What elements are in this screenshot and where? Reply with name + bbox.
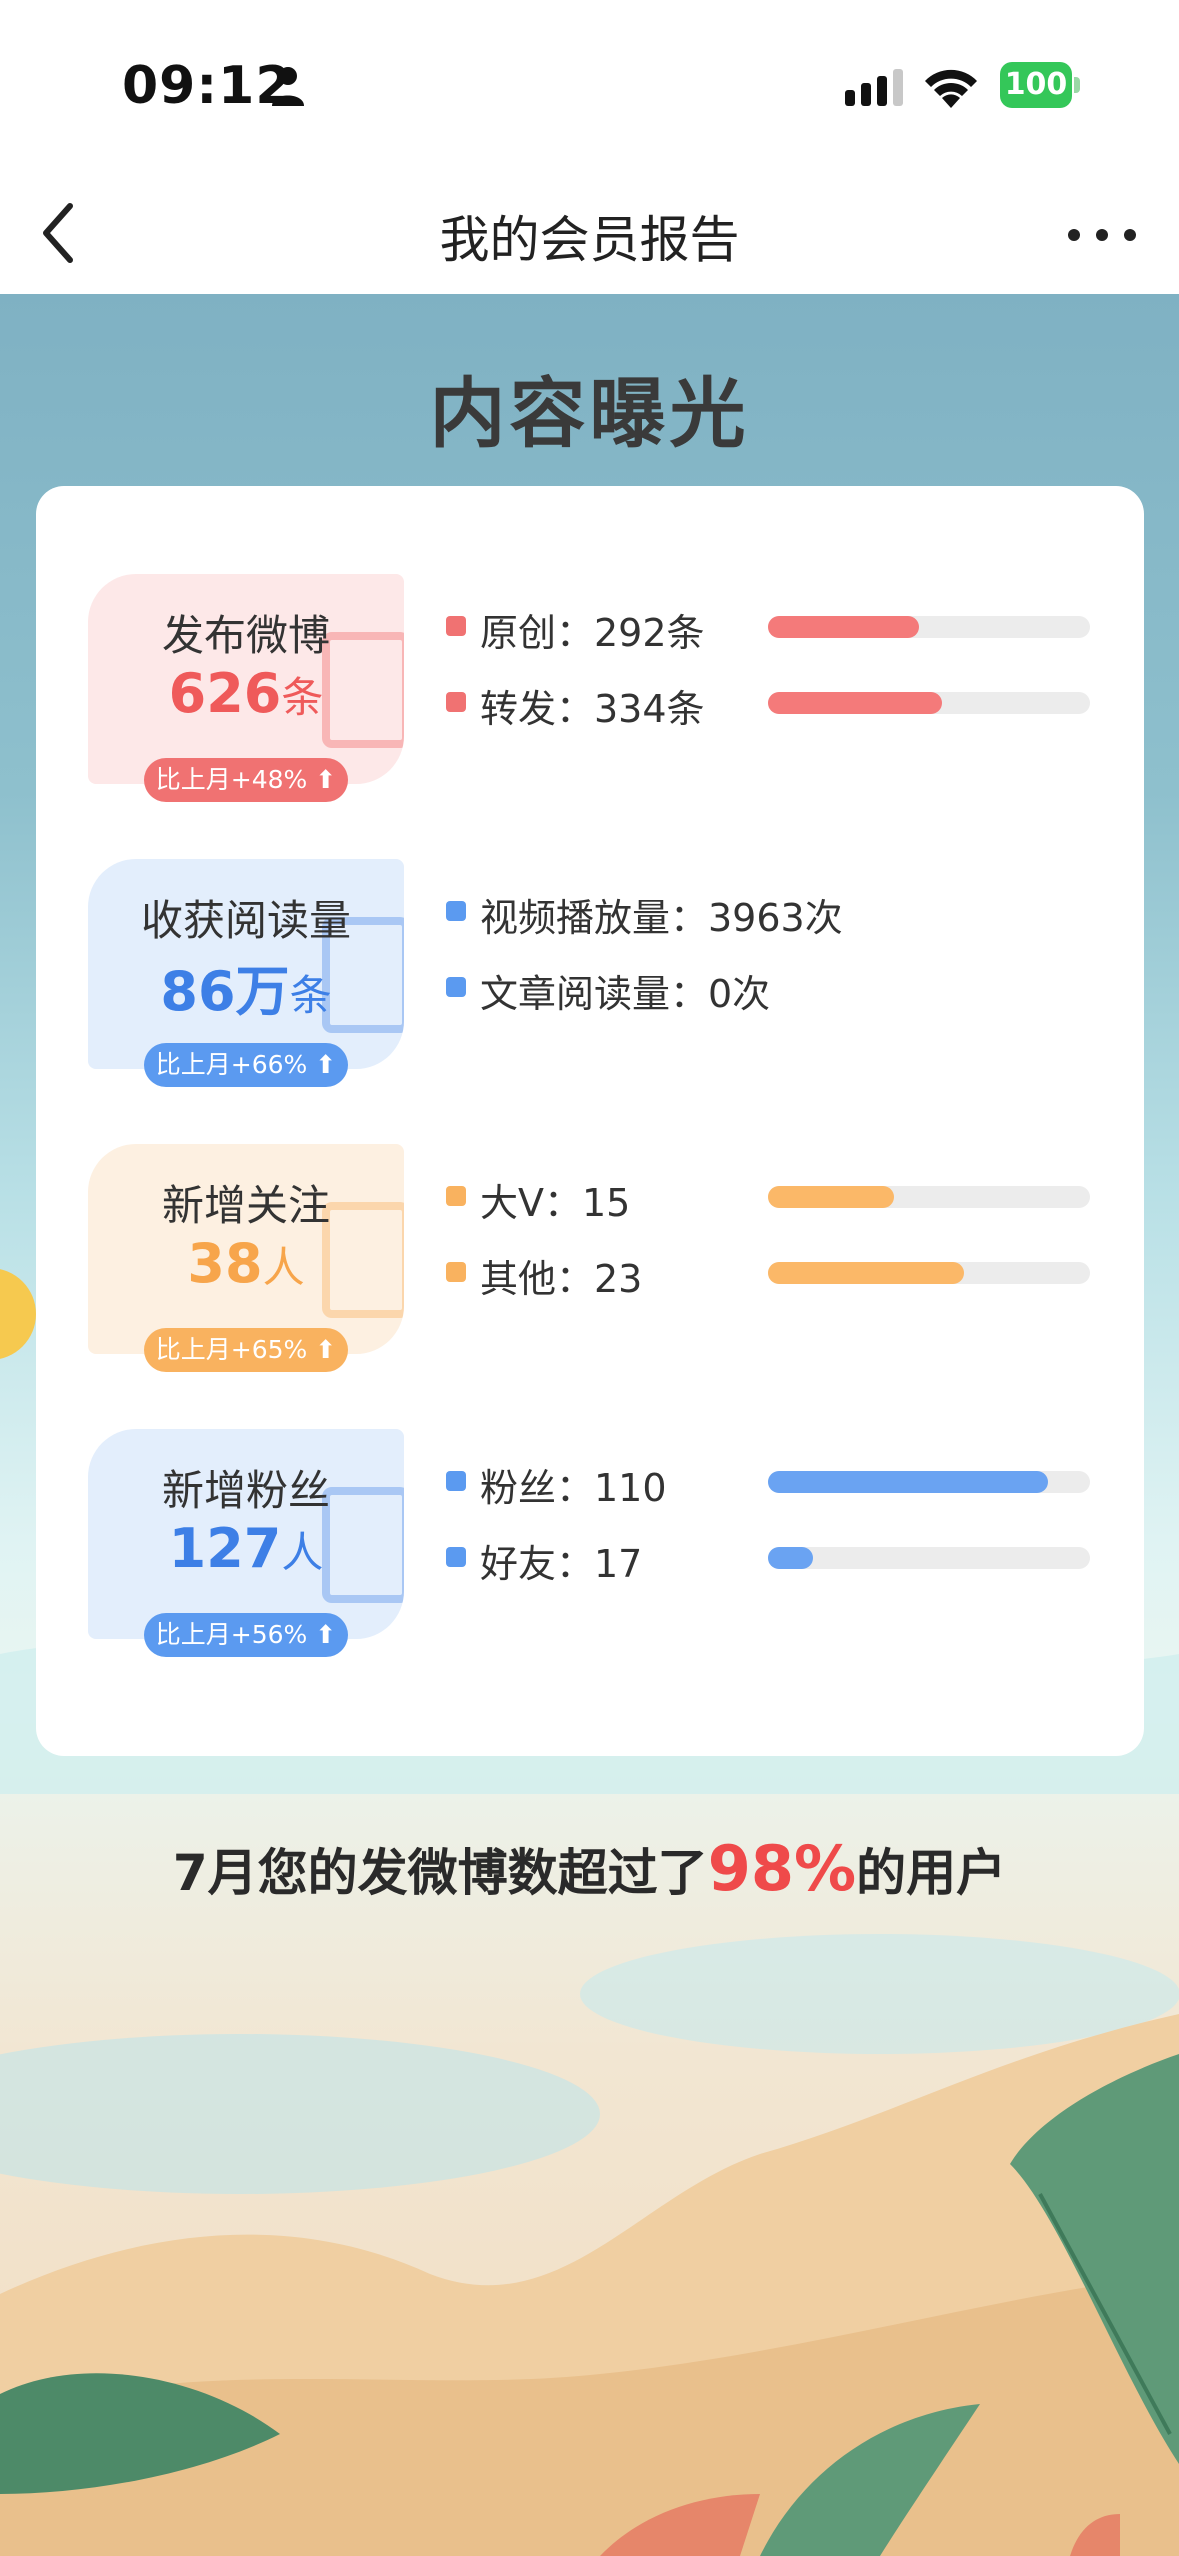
legend-square-icon xyxy=(446,1547,466,1567)
stat-value-line: 127人 xyxy=(88,1517,404,1580)
stat-unit: 人 xyxy=(262,1243,305,1292)
stat-value: 127 xyxy=(168,1517,282,1580)
progress-track xyxy=(768,1471,1090,1493)
legend-square-icon xyxy=(446,1262,466,1282)
stat-label: 发布微博 xyxy=(161,611,330,660)
progress-fill xyxy=(768,692,942,714)
stat-row: 新增关注 38人 比上月+65% ⬆ 大V：15 其他：23 xyxy=(36,1144,1144,1404)
progress-track xyxy=(768,1262,1090,1284)
breakdown-item: 视频播放量：3963次 xyxy=(446,881,1126,941)
highlight-text: 7月您的发微博数超过了98%的用户 xyxy=(0,1832,1179,1905)
section-title: 内容曝光 xyxy=(429,369,750,458)
breakdown-text: 粉丝：110 xyxy=(480,1466,667,1510)
stat-row: 新增粉丝 127人 比上月+56% ⬆ 粉丝：110 好友：17 xyxy=(36,1429,1144,1689)
breakdown-text: 其他：23 xyxy=(480,1257,643,1301)
breakdown-text: 原创：292条 xyxy=(480,611,705,655)
nav-bar: 我的会员报告 xyxy=(0,170,1179,294)
stats-card: 发布微博 626条 比上月+48% ⬆ 原创：292条 转发：334条 收获阅读量 86万条… xyxy=(36,486,1144,1756)
stat-value: 86万 xyxy=(160,960,290,1023)
stat-value-line: 626条 xyxy=(88,662,404,725)
legend-square-icon xyxy=(446,1186,466,1206)
month-change-badge: 比上月+66% ⬆ xyxy=(144,1043,348,1087)
stat-row: 收获阅读量 86万条 比上月+66% ⬆ 视频播放量：3963次 文章阅读量：0次 xyxy=(36,859,1144,1119)
more-options-icon[interactable] xyxy=(1064,220,1144,250)
breakdown-item: 其他：23 xyxy=(446,1242,1126,1302)
stat-value-line: 38人 xyxy=(88,1232,404,1295)
page-title: 我的会员报告 xyxy=(439,211,740,269)
breakdown-item: 原创：292条 xyxy=(446,596,1126,656)
progress-fill xyxy=(768,1547,814,1569)
stat-summary-pill: 发布微博 626条 xyxy=(88,574,404,784)
breakdown-item: 粉丝：110 xyxy=(446,1451,1126,1511)
person-icon xyxy=(272,67,304,106)
stat-summary-pill: 收获阅读量 86万条 xyxy=(88,859,404,1069)
progress-track xyxy=(768,692,1090,714)
breakdown-text: 转发：334条 xyxy=(480,687,705,731)
legend-square-icon xyxy=(446,616,466,636)
stat-unit: 人 xyxy=(281,1528,324,1577)
report-scene: 内容曝光 发布微博 626条 比上月+48% ⬆ 原创：292条 转发：334条 收获阅读… xyxy=(0,294,1179,2556)
progress-track xyxy=(768,616,1090,638)
highlight-prefix: 7月您的发微博数超过了 xyxy=(172,1844,708,1902)
breakdown-item: 文章阅读量：0次 xyxy=(446,957,1126,1017)
wifi-icon xyxy=(925,69,977,108)
progress-fill xyxy=(768,1186,894,1208)
legend-square-icon xyxy=(446,977,466,997)
highlight-percent: 98% xyxy=(707,1832,857,1905)
stat-row: 发布微博 626条 比上月+48% ⬆ 原创：292条 转发：334条 xyxy=(36,574,1144,834)
progress-track xyxy=(768,1547,1090,1569)
battery-icon: 100 xyxy=(1000,62,1080,108)
breakdown-item: 大V：15 xyxy=(446,1166,1126,1226)
breakdown-text: 视频播放量：3963次 xyxy=(480,896,843,940)
breakdown-item: 好友：17 xyxy=(446,1527,1126,1587)
stat-label: 新增关注 xyxy=(161,1181,330,1230)
highlight-suffix: 的用户 xyxy=(856,1844,1007,1902)
legend-square-icon xyxy=(446,692,466,712)
status-bar: 09:12 100 xyxy=(0,0,1179,170)
breakdown-text: 好友：17 xyxy=(480,1542,643,1586)
stat-summary-pill: 新增粉丝 127人 xyxy=(88,1429,404,1639)
progress-track xyxy=(768,1186,1090,1208)
stat-summary-pill: 新增关注 38人 xyxy=(88,1144,404,1354)
progress-fill xyxy=(768,1471,1049,1493)
stat-unit: 条 xyxy=(281,673,324,722)
breakdown-item: 转发：334条 xyxy=(446,672,1126,732)
stat-value: 38 xyxy=(187,1232,263,1295)
legend-square-icon xyxy=(446,1471,466,1491)
breakdown-text: 文章阅读量：0次 xyxy=(480,972,771,1016)
stat-value-line: 86万条 xyxy=(88,947,404,1026)
stat-value: 626 xyxy=(168,662,282,725)
battery-level: 100 xyxy=(1000,62,1072,108)
progress-fill xyxy=(768,1262,965,1284)
progress-fill xyxy=(768,616,920,638)
month-change-badge: 比上月+56% ⬆ xyxy=(144,1613,348,1657)
cellular-signal-icon xyxy=(845,69,903,106)
status-time: 09:12 xyxy=(122,56,293,116)
breakdown-text: 大V：15 xyxy=(480,1181,631,1225)
legend-square-icon xyxy=(446,901,466,921)
month-change-badge: 比上月+65% ⬆ xyxy=(144,1328,348,1372)
stat-unit: 条 xyxy=(289,971,332,1020)
month-change-badge: 比上月+48% ⬆ xyxy=(144,758,348,802)
stat-label: 新增粉丝 xyxy=(161,1466,330,1515)
stat-label: 收获阅读量 xyxy=(140,896,351,945)
